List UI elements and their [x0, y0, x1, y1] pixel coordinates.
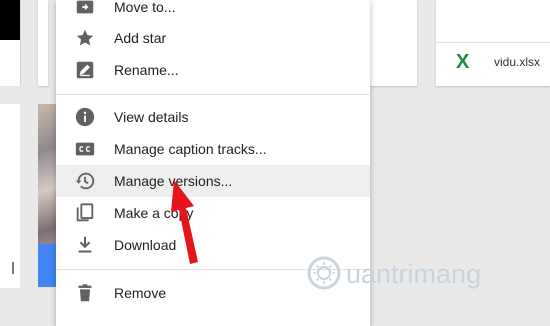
file-card-behind-menu[interactable] — [38, 0, 48, 86]
menu-item-label: Manage caption tracks... — [114, 141, 267, 157]
download-icon — [74, 234, 96, 256]
card-divider — [436, 42, 550, 43]
copy-icon — [74, 202, 96, 224]
closed-caption-icon — [74, 138, 96, 160]
file-card-left-top[interactable] — [0, 0, 21, 86]
excel-icon: X — [456, 51, 470, 73]
watermark-logo: uantrimang — [306, 252, 550, 294]
menu-item-move-to[interactable]: Move to... — [56, 0, 370, 23]
menu-item-add-star[interactable]: Add star — [56, 22, 370, 54]
file-card-middle[interactable] — [370, 0, 417, 86]
trash-icon — [74, 282, 96, 304]
menu-divider — [56, 94, 370, 95]
menu-item-rename[interactable]: Rename... — [56, 54, 370, 86]
card-edge-mark — [12, 262, 14, 274]
menu-item-view-details[interactable]: View details — [56, 101, 370, 133]
menu-item-label: Remove — [114, 285, 167, 301]
star-icon — [74, 27, 96, 49]
move-to-icon — [74, 0, 96, 18]
svg-text:uantrimang: uantrimang — [346, 259, 481, 289]
file-name-label: vidu.xlsx — [494, 55, 541, 69]
info-icon — [74, 106, 96, 128]
excel-file-card[interactable]: X vidu.xlsx — [436, 0, 550, 86]
file-card-left-bottom[interactable] — [0, 104, 20, 288]
menu-item-manage-captions[interactable]: Manage caption tracks... — [56, 133, 370, 165]
rename-icon — [74, 59, 96, 81]
history-icon — [74, 170, 96, 192]
menu-item-label: Move to... — [114, 0, 176, 15]
menu-item-label: Add star — [114, 30, 167, 46]
menu-item-label: View details — [114, 109, 189, 125]
annotation-arrow — [170, 178, 210, 266]
menu-item-make-copy[interactable]: Make a copy — [56, 197, 370, 229]
file-thumbnail-dark — [0, 0, 20, 40]
menu-item-label: Download — [114, 237, 177, 253]
menu-item-label: Rename... — [114, 62, 179, 78]
menu-item-manage-versions[interactable]: Manage versions... — [56, 165, 370, 197]
